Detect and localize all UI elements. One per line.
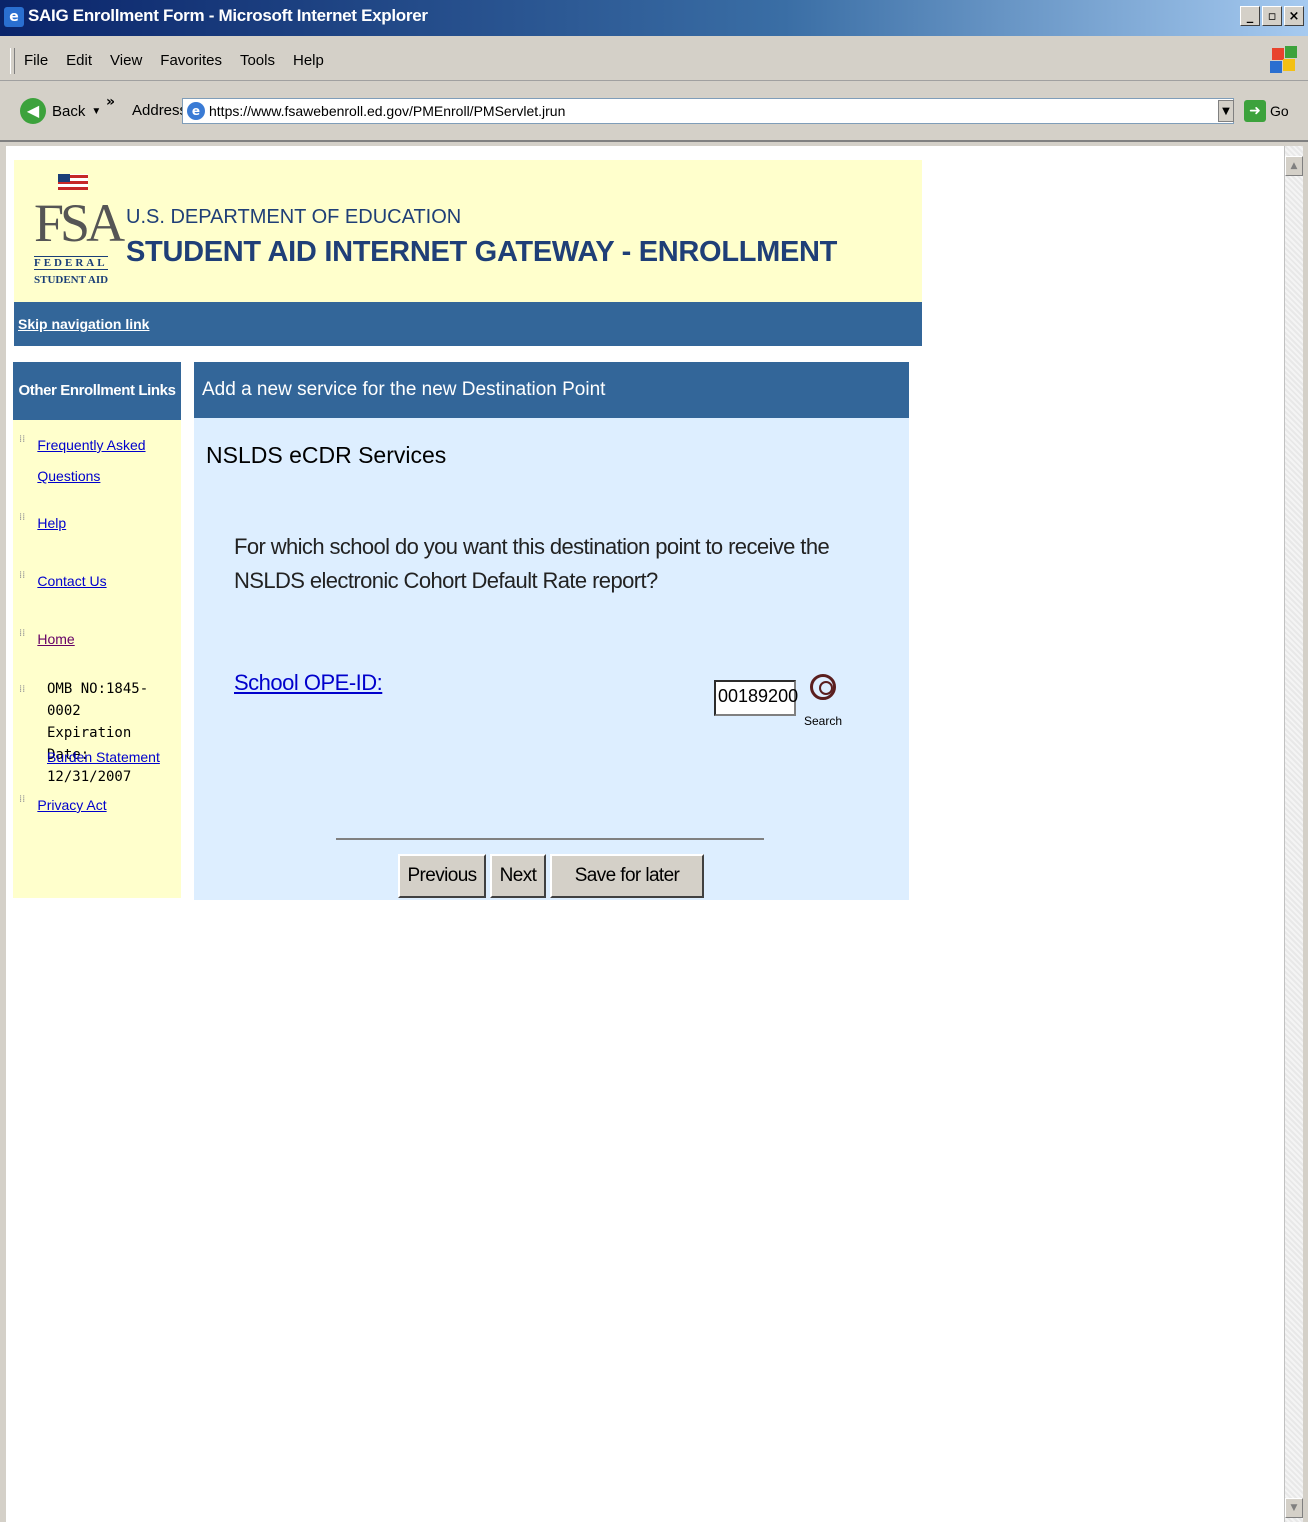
- sidebar-item-privacy[interactable]: ⁞⁞ Privacy Act: [19, 790, 107, 821]
- scroll-down-button[interactable]: ▼: [1285, 1498, 1303, 1518]
- bullet-icon: ⁞⁞: [19, 684, 26, 695]
- sidebar: Other Enrollment Links ⁞⁞ Frequently Ask…: [13, 362, 181, 898]
- go-label: Go: [1270, 103, 1289, 119]
- vertical-scrollbar[interactable]: ▲ ▼: [1284, 146, 1303, 1522]
- school-ope-id-input[interactable]: 00189200: [714, 680, 798, 716]
- main-panel: Add a new service for the new Destinatio…: [194, 362, 909, 900]
- address-label: Address: [132, 102, 188, 119]
- back-arrow-icon: ◀: [20, 98, 46, 124]
- save-for-later-button[interactable]: Save for later: [550, 854, 704, 898]
- sidebar-item-contact[interactable]: ⁞⁞ Contact Us: [19, 566, 107, 597]
- burden-statement-link[interactable]: Burden Statement: [47, 742, 160, 773]
- bullet-icon: ⁞⁞: [19, 434, 26, 445]
- bullet-icon: ⁞⁞: [19, 570, 26, 581]
- go-button[interactable]: ➜ Go: [1244, 100, 1289, 122]
- sidebar-item-home[interactable]: ⁞⁞ Home: [19, 624, 75, 655]
- toolbar-grip[interactable]: [10, 48, 15, 74]
- privacy-act-link[interactable]: Privacy Act: [37, 790, 106, 821]
- next-button[interactable]: Next: [490, 854, 546, 898]
- help-link[interactable]: Help: [37, 508, 66, 539]
- logo-federal: FEDERAL: [34, 256, 108, 270]
- address-input[interactable]: e https://www.fsawebenroll.ed.gov/PMEnro…: [182, 98, 1234, 124]
- page-viewport: FSA FEDERAL STUDENT AID U.S. DEPARTMENT …: [6, 146, 1284, 1522]
- menu-tools[interactable]: Tools: [240, 52, 275, 69]
- bullet-icon: ⁞⁞: [19, 512, 26, 523]
- ie-app-icon: e: [4, 7, 24, 27]
- bullet-icon: ⁞⁞: [19, 628, 26, 639]
- sidebar-item-omb: ⁞⁞: [19, 680, 25, 695]
- page-icon: e: [187, 102, 205, 120]
- menu-favorites[interactable]: Favorites: [160, 52, 222, 69]
- sidebar-item-help[interactable]: ⁞⁞ Help: [19, 508, 66, 539]
- page-title: STUDENT AID INTERNET GATEWAY - ENROLLMEN…: [126, 236, 838, 268]
- menu-help[interactable]: Help: [293, 52, 324, 69]
- bullet-icon: ⁞⁞: [19, 794, 26, 805]
- contact-link[interactable]: Contact Us: [37, 566, 106, 597]
- fsa-logo: FSA FEDERAL STUDENT AID: [34, 170, 125, 290]
- logo-letters: FSA: [34, 193, 125, 253]
- scroll-up-button[interactable]: ▲: [1285, 156, 1303, 176]
- menu-edit[interactable]: Edit: [66, 52, 92, 69]
- window-title: SAIG Enrollment Form - Microsoft Interne…: [28, 6, 428, 25]
- menu-view[interactable]: View: [110, 52, 142, 69]
- flag-icon: [58, 174, 88, 190]
- skip-nav-bar: Skip navigation link: [14, 302, 922, 346]
- skip-navigation-link[interactable]: Skip navigation link: [18, 316, 149, 332]
- back-label: Back: [52, 102, 86, 120]
- close-button[interactable]: ×: [1284, 6, 1304, 26]
- menu-bar: File Edit View Favorites Tools Help: [0, 40, 1308, 81]
- window-title-bar: e SAIG Enrollment Form - Microsoft Inter…: [0, 0, 1308, 36]
- home-link[interactable]: Home: [37, 624, 74, 655]
- logo-student-aid: STUDENT AID: [34, 274, 109, 286]
- minimize-button[interactable]: _: [1240, 6, 1260, 26]
- chevron-down-icon[interactable]: ▼: [91, 106, 101, 117]
- faq-link-line2[interactable]: Questions: [37, 468, 100, 484]
- section-title: NSLDS eCDR Services: [206, 442, 447, 468]
- address-toolbar: ◀ Back ▼ » Address e https://www.fsawebe…: [0, 84, 1308, 142]
- header-banner: FSA FEDERAL STUDENT AID U.S. DEPARTMENT …: [14, 160, 922, 302]
- toolbar-overflow-icon[interactable]: »: [106, 94, 115, 110]
- address-url: https://www.fsawebenroll.ed.gov/PMEnroll…: [209, 103, 566, 119]
- sidebar-item-burden[interactable]: Burden Statement: [47, 742, 160, 773]
- school-ope-id-link[interactable]: School OPE-ID:: [234, 670, 383, 696]
- divider: [336, 838, 764, 840]
- faq-link-line1[interactable]: Frequently Asked: [37, 437, 145, 453]
- go-arrow-icon: ➜: [1244, 100, 1266, 122]
- main-heading: Add a new service for the new Destinatio…: [194, 362, 909, 418]
- sidebar-heading: Other Enrollment Links: [13, 362, 181, 420]
- question-text: For which school do you want this destin…: [234, 534, 830, 593]
- maximize-button[interactable]: ▫: [1262, 6, 1282, 26]
- omb-number: OMB NO:1845-0002: [47, 681, 149, 719]
- menu-file[interactable]: File: [24, 52, 48, 69]
- back-button[interactable]: ◀ Back ▼: [20, 98, 101, 124]
- search-label[interactable]: Search: [804, 714, 842, 728]
- search-icon[interactable]: [810, 674, 836, 700]
- sidebar-item-faq[interactable]: ⁞⁞ Frequently Asked Questions: [19, 430, 146, 492]
- windows-logo-icon: [1270, 46, 1298, 74]
- previous-button[interactable]: Previous: [398, 854, 486, 898]
- department-name: U.S. DEPARTMENT OF EDUCATION: [126, 206, 462, 228]
- address-dropdown-button[interactable]: ▼: [1218, 100, 1234, 122]
